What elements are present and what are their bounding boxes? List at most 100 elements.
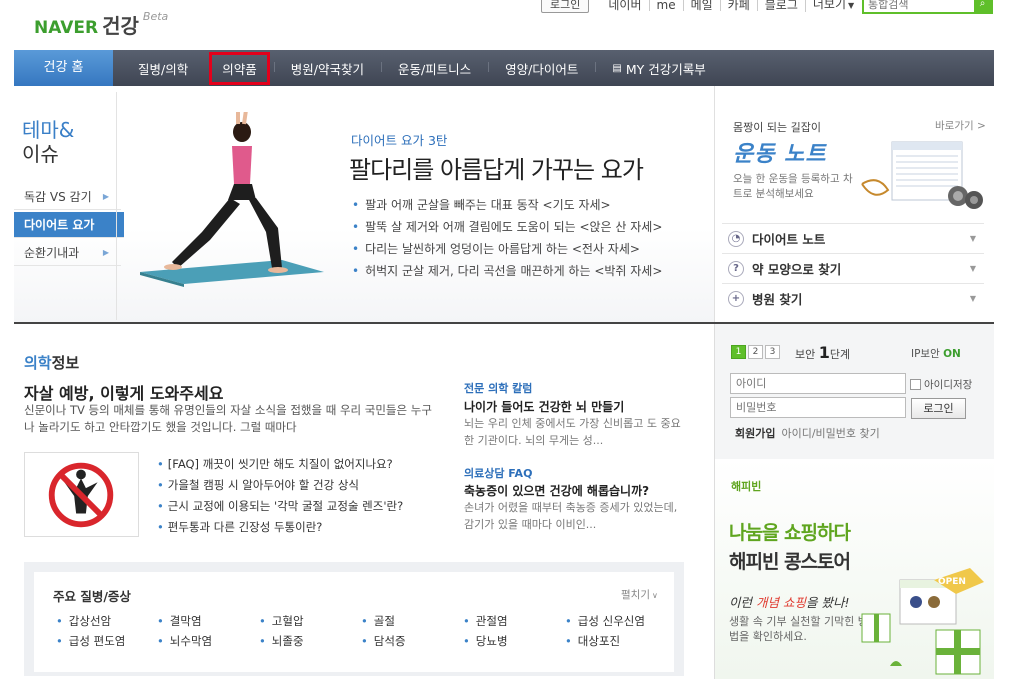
nav-disease[interactable]: 질병/의학 xyxy=(121,59,205,78)
more-label: 더보기 xyxy=(812,0,847,11)
nav-hospital[interactable]: 병원/약국찾기 xyxy=(273,59,381,78)
disease-item[interactable]: 갑상선암 xyxy=(56,613,111,629)
theme-bullet[interactable]: 허벅지 군살 제거, 다리 곡선을 매끈하게 하는 <박쥐 자세> xyxy=(352,262,662,279)
disease-item[interactable]: 골절 xyxy=(361,613,395,629)
medical-headline[interactable]: 자살 예방, 이렇게 도와주세요 xyxy=(24,380,223,404)
happybean-store-image: OPEN xyxy=(861,568,984,675)
top-link-naver[interactable]: 네이버 xyxy=(601,0,648,11)
naver-health-logo[interactable]: NAVER 건강 Beta xyxy=(34,10,168,39)
disease-item[interactable]: 관절염 xyxy=(463,613,508,629)
exercise-note-desc: 오늘 한 운동을 등록하고 차트로 분석해보세요 xyxy=(733,173,853,200)
disease-item[interactable]: 고혈압 xyxy=(259,613,304,629)
question-icon: ? xyxy=(728,260,744,277)
arrow-right-icon: ▶ xyxy=(102,248,109,257)
theme-menu-yoga[interactable]: 다이어트 요가 xyxy=(14,212,124,238)
security-level: 보안 1단계 xyxy=(795,343,850,362)
disease-title: 주요 질병/증상 xyxy=(53,589,131,604)
join-link[interactable]: 회원가입 xyxy=(735,427,775,440)
exercise-note-shortcut[interactable]: 바로가기 > xyxy=(935,118,986,133)
chevron-down-icon: ∨ xyxy=(651,591,658,600)
security-tab-3[interactable]: 3 xyxy=(765,345,780,359)
search-button[interactable]: ⌕ xyxy=(974,0,991,12)
medical-link[interactable]: 근시 교정에 이용되는 '각막 굴절 교정술 렌즈'란? xyxy=(157,498,403,514)
plus-icon: + xyxy=(728,290,744,307)
ip-security-toggle[interactable]: IP보안 ON xyxy=(911,346,961,361)
save-id-checkbox[interactable]: 아이디저장 xyxy=(910,377,972,392)
nav-medicine[interactable]: 의약품 xyxy=(209,51,270,85)
theme-subtitle[interactable]: 다이어트 요가 3탄 xyxy=(351,130,447,149)
chevron-down-icon: ▼ xyxy=(969,294,976,303)
theme-menu-label: 독감 VS 감기 xyxy=(24,190,92,204)
theme-title-1: 테마& xyxy=(22,118,75,142)
theme-bullet[interactable]: 다리는 날씬하게 엉덩이는 아름답게 하는 <전사 자세> xyxy=(352,240,640,257)
faq-headline[interactable]: 축농증이 있으면 건강에 해롭습니까? xyxy=(464,482,649,499)
chevron-down-icon: ▼ xyxy=(969,234,976,243)
find-account-link[interactable]: 아이디/비밀번호 찾기 xyxy=(781,427,879,440)
security-label: 보안 xyxy=(795,348,816,361)
top-link-mail[interactable]: 메일 xyxy=(682,0,720,11)
pie-chart-icon: ◔ xyxy=(728,230,744,247)
happybean-logo: 해피빈 xyxy=(731,480,762,493)
security-level-value: 1 xyxy=(818,343,830,362)
pill-search-row[interactable]: ? 약 모양으로 찾기 ▼ xyxy=(722,253,984,283)
disease-expand-button[interactable]: 펼치기 ∨ xyxy=(621,587,658,602)
security-tab-2[interactable]: 2 xyxy=(748,345,763,359)
theme-bullet[interactable]: 팔뚝 살 제거와 어깨 결림에도 도움이 되는 <앉은 산 자세> xyxy=(352,218,662,235)
happybean-line4: 생활 속 기부 실천할 기막힌 방법을 확인하세요. xyxy=(729,615,868,643)
ip-state: ON xyxy=(943,348,961,360)
exercise-note-title[interactable]: 운동 노트 xyxy=(733,136,827,168)
top-nav: 로그인 네이버 me 메일 카페 블로그 더보기 ▼ xyxy=(541,0,861,13)
theme-headline[interactable]: 팔다리를 아름답게 가꾸는 요가 xyxy=(349,150,644,185)
login-button[interactable]: 로그인 xyxy=(911,398,966,419)
nav-fitness[interactable]: 운동/피트니스 xyxy=(380,59,488,78)
column-desc[interactable]: 뇌는 우리 인체 중에서도 가장 신비롭고 도 중요한 기관이다. 뇌의 무게는… xyxy=(464,415,684,449)
disease-item[interactable]: 당뇨병 xyxy=(463,633,508,649)
no-suicide-image[interactable] xyxy=(24,452,139,537)
password-input[interactable] xyxy=(730,397,906,418)
exercise-chart-image xyxy=(861,141,983,209)
search-icon: ⌕ xyxy=(979,0,986,9)
faq-desc[interactable]: 손녀가 어렸을 때부터 축농증 증세가 있었는데, 감기가 있을 때마다 이비인… xyxy=(464,499,684,533)
search-input[interactable] xyxy=(864,0,974,12)
checkbox-icon xyxy=(910,379,921,390)
top-link-more[interactable]: 더보기 ▼ xyxy=(804,0,861,12)
disease-item[interactable]: 대상포진 xyxy=(565,633,620,649)
logo-beta: Beta xyxy=(142,10,169,23)
top-login-button[interactable]: 로그인 xyxy=(541,0,590,13)
theme-divider xyxy=(116,92,117,320)
top-link-blog[interactable]: 블로그 xyxy=(756,0,805,11)
medical-section-title: 의학정보 xyxy=(24,352,79,373)
column-headline[interactable]: 나이가 들어도 건강한 뇌 만들기 xyxy=(464,398,624,415)
faq-label[interactable]: 의료상담 FAQ xyxy=(464,465,532,481)
yoga-pose-image[interactable] xyxy=(132,112,332,288)
disease-item[interactable]: 담석증 xyxy=(361,633,406,649)
security-unit: 단계 xyxy=(829,348,851,361)
disease-item[interactable]: 뇌졸중 xyxy=(259,633,304,649)
disease-item[interactable]: 급성 신우신염 xyxy=(565,613,645,629)
notebook-icon: ▤ xyxy=(612,62,622,74)
security-tab-1[interactable]: 1 xyxy=(731,345,746,359)
theme-menu-flu[interactable]: 독감 VS 감기 ▶ xyxy=(14,184,121,210)
medical-link[interactable]: [FAQ] 깨끗이 씻기만 해도 치질이 없어지나요? xyxy=(157,456,393,472)
logo-naver: NAVER xyxy=(34,18,99,38)
medical-link[interactable]: 편두통과 다른 긴장성 두통이란? xyxy=(157,519,323,535)
hospital-search-row[interactable]: + 병원 찾기 ▼ xyxy=(722,283,984,313)
theme-title: 테마& 이슈 xyxy=(22,118,74,166)
medical-desc[interactable]: 신문이나 TV 등의 매체를 통해 유명인들의 자살 소식을 접했을 때 우리 … xyxy=(24,402,434,436)
ip-label: IP보안 xyxy=(911,348,940,360)
disease-item[interactable]: 급성 편도염 xyxy=(56,633,126,649)
nav-diet[interactable]: 영양/다이어트 xyxy=(488,59,595,78)
disease-item[interactable]: 결막염 xyxy=(157,613,202,629)
column-label[interactable]: 전문 의학 칼럼 xyxy=(464,380,532,396)
top-link-cafe[interactable]: 카페 xyxy=(719,0,757,11)
theme-bullet[interactable]: 팔과 어깨 군살을 빼주는 대표 동작 <기도 자세> xyxy=(352,196,611,213)
diet-note-row[interactable]: ◔ 다이어트 노트 ▼ xyxy=(722,223,984,253)
theme-menu-cardio[interactable]: 순환기내과 ▶ xyxy=(14,240,121,266)
top-link-me[interactable]: me xyxy=(648,0,683,11)
nav-my-health[interactable]: ▤ MY 건강기록부 xyxy=(595,59,722,78)
nav-health-home[interactable]: 건강 홈 xyxy=(14,50,113,86)
id-input[interactable] xyxy=(730,373,906,394)
disease-item[interactable]: 뇌수막염 xyxy=(157,633,212,649)
medical-link[interactable]: 가을철 캠핑 시 알아두어야 할 건강 상식 xyxy=(157,477,359,493)
theme-menu-label: 순환기내과 xyxy=(24,246,80,260)
